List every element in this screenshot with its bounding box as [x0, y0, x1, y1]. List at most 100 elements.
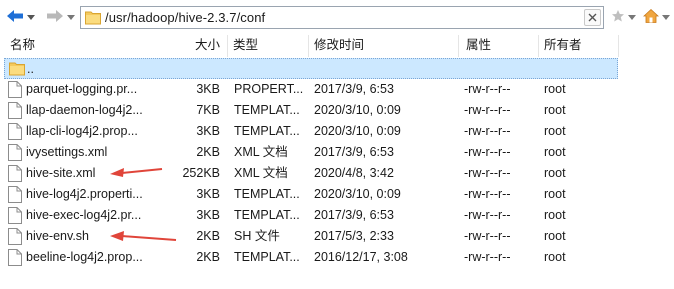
column-header-name[interactable]: 名称	[4, 35, 180, 57]
file-row[interactable]: parquet-logging.pr... 3KB PROPERT... 201…	[4, 79, 618, 100]
file-attributes: -rw-r--r--	[464, 103, 511, 117]
file-attributes: -rw-r--r--	[464, 124, 511, 138]
file-type: TEMPLAT...	[234, 208, 300, 222]
file-size: 3KB	[196, 187, 220, 201]
file-icon	[8, 102, 24, 119]
folder-icon	[9, 61, 25, 78]
file-icon	[8, 123, 24, 140]
column-header-attributes[interactable]: 属性	[460, 35, 538, 57]
file-size: 3KB	[196, 82, 220, 96]
chevron-down-icon	[662, 10, 670, 24]
file-modified: 2017/5/3, 2:33	[314, 229, 394, 243]
annotation-arrow	[110, 231, 177, 241]
file-row[interactable]: hive-env.sh 2KB SH 文件 2017/5/3, 2:33 -rw…	[4, 226, 618, 247]
file-size: 7KB	[196, 103, 220, 117]
file-type: SH 文件	[234, 229, 280, 243]
file-row[interactable]: hive-log4j2.properti... 3KB TEMPLAT... 2…	[4, 184, 618, 205]
file-row[interactable]: ivysettings.xml 2KB XML 文档 2017/3/9, 6:5…	[4, 142, 618, 163]
column-header-row: 名称 大小 类型 修改时间 属性 所有者	[0, 35, 674, 57]
arrow-left-icon	[6, 9, 24, 26]
file-size: 2KB	[196, 145, 220, 159]
file-icon	[8, 144, 24, 161]
file-row[interactable]: llap-cli-log4j2.prop... 3KB TEMPLAT... 2…	[4, 121, 618, 142]
file-attributes: -rw-r--r--	[464, 187, 511, 201]
column-header-owner[interactable]: 所有者	[538, 35, 618, 57]
home-dropdown[interactable]	[661, 8, 671, 26]
file-modified: 2020/3/10, 0:09	[314, 187, 401, 201]
file-type: TEMPLAT...	[234, 250, 300, 264]
file-list: .. parquet-logging.pr... 3KB PROPERT... …	[0, 57, 674, 289]
home-icon	[642, 8, 660, 27]
annotation-arrow	[110, 168, 163, 177]
clear-address-button[interactable]	[584, 9, 601, 26]
file-owner: root	[544, 166, 566, 180]
file-name: hive-exec-log4j2.pr...	[26, 208, 142, 222]
file-name: ivysettings.xml	[26, 145, 108, 159]
file-name: ..	[27, 62, 34, 76]
file-attributes: -rw-r--r--	[464, 166, 511, 180]
column-divider[interactable]	[458, 35, 459, 57]
file-modified: 2017/3/9, 6:53	[314, 82, 394, 96]
file-type: XML 文档	[234, 166, 288, 180]
file-row[interactable]: hive-site.xml 252KB XML 文档 2020/4/8, 3:4…	[4, 163, 618, 184]
file-type: TEMPLAT...	[234, 124, 300, 138]
address-bar[interactable]: /usr/hadoop/hive-2.3.7/conf	[80, 6, 604, 29]
file-type: TEMPLAT...	[234, 187, 300, 201]
home-button[interactable]	[642, 8, 660, 26]
file-size: 3KB	[196, 124, 220, 138]
file-size: 2KB	[196, 250, 220, 264]
forward-history-dropdown[interactable]	[66, 8, 76, 26]
file-type: XML 文档	[234, 145, 288, 159]
file-modified: 2020/3/10, 0:09	[314, 124, 401, 138]
file-owner: root	[544, 145, 566, 159]
file-name: llap-cli-log4j2.prop...	[26, 124, 138, 138]
file-modified: 2017/3/9, 6:53	[314, 145, 394, 159]
file-attributes: -rw-r--r--	[464, 229, 511, 243]
file-icon	[8, 81, 24, 98]
file-attributes: -rw-r--r--	[464, 82, 511, 96]
file-modified: 2017/3/9, 6:53	[314, 208, 394, 222]
toolbar: /usr/hadoop/hive-2.3.7/conf	[0, 0, 674, 34]
parent-folder-row[interactable]: ..	[4, 58, 618, 79]
folder-icon	[85, 10, 101, 28]
file-owner: root	[544, 124, 566, 138]
star-icon	[611, 9, 625, 26]
file-icon	[8, 228, 24, 245]
column-header-type[interactable]: 类型	[227, 35, 307, 57]
file-name: llap-daemon-log4j2...	[26, 103, 143, 117]
file-row[interactable]: beeline-log4j2.prop... 2KB TEMPLAT... 20…	[4, 247, 618, 268]
bookmark-dropdown[interactable]	[627, 8, 637, 26]
file-attributes: -rw-r--r--	[464, 208, 511, 222]
column-header-size[interactable]: 大小	[160, 35, 226, 57]
address-path[interactable]: /usr/hadoop/hive-2.3.7/conf	[105, 10, 265, 25]
forward-button[interactable]	[44, 8, 66, 26]
back-history-dropdown[interactable]	[26, 8, 36, 26]
column-header-modified[interactable]: 修改时间	[308, 35, 458, 57]
file-attributes: -rw-r--r--	[464, 145, 511, 159]
file-row[interactable]: llap-daemon-log4j2... 7KB TEMPLAT... 202…	[4, 100, 618, 121]
file-icon	[8, 207, 24, 224]
file-attributes: -rw-r--r--	[464, 250, 511, 264]
file-size: 3KB	[196, 208, 220, 222]
file-name: beeline-log4j2.prop...	[26, 250, 143, 264]
file-name: hive-log4j2.properti...	[26, 187, 143, 201]
chevron-down-icon	[27, 10, 35, 24]
file-owner: root	[544, 187, 566, 201]
file-modified: 2020/3/10, 0:09	[314, 103, 401, 117]
file-owner: root	[544, 82, 566, 96]
file-owner: root	[544, 250, 566, 264]
arrow-right-icon	[46, 9, 64, 26]
close-icon	[588, 11, 597, 25]
chevron-down-icon	[67, 10, 75, 24]
back-button[interactable]	[4, 8, 26, 26]
file-icon	[8, 165, 24, 182]
file-row[interactable]: hive-exec-log4j2.pr... 3KB TEMPLAT... 20…	[4, 205, 618, 226]
file-modified: 2016/12/17, 3:08	[314, 250, 408, 264]
file-owner: root	[544, 103, 566, 117]
bookmark-button[interactable]	[610, 8, 626, 26]
file-icon	[8, 249, 24, 266]
column-divider[interactable]	[618, 35, 619, 57]
file-modified: 2020/4/8, 3:42	[314, 166, 394, 180]
chevron-down-icon	[628, 10, 636, 24]
file-type: TEMPLAT...	[234, 103, 300, 117]
